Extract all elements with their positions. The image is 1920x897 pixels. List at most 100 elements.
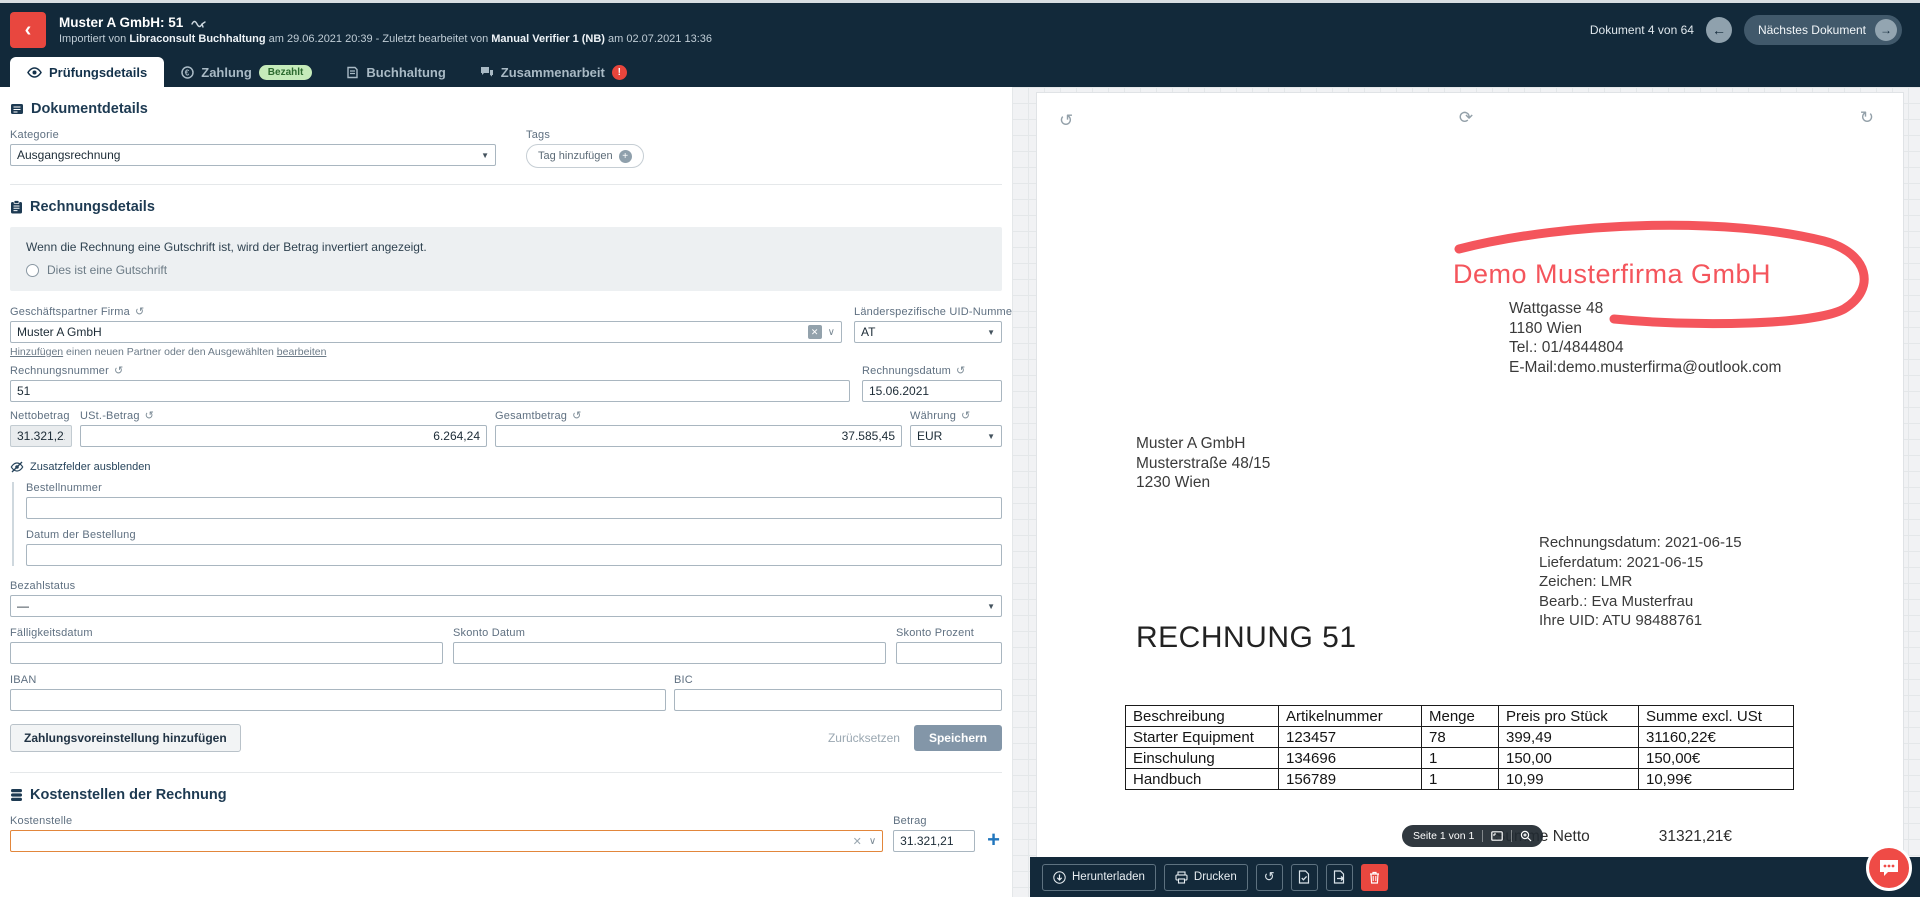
download-icon xyxy=(1053,871,1066,884)
vat-amount-input[interactable] xyxy=(80,425,487,447)
import-info-prefix: Importiert von xyxy=(59,33,126,45)
cost-center-label: Kostenstelle xyxy=(10,815,72,827)
discount-date-input[interactable] xyxy=(453,642,886,664)
add-cost-center-button[interactable]: + xyxy=(985,829,1002,851)
download-button[interactable]: Herunterladen xyxy=(1042,864,1156,891)
fit-page-icon[interactable] xyxy=(1491,831,1503,841)
category-select[interactable]: Ausgangsrechnung ▼ xyxy=(10,144,496,166)
invoice-number-input[interactable] xyxy=(10,380,850,402)
rotate-counterclockwise-icon[interactable]: ↺ xyxy=(1059,111,1073,131)
header-titles: Muster A GmbH: 51 Importiert von Libraco… xyxy=(59,15,1590,45)
caret-down-icon: ▼ xyxy=(987,432,995,441)
chat-widget-button[interactable] xyxy=(1866,845,1912,891)
order-date-input[interactable] xyxy=(26,544,1002,566)
zoom-in-icon[interactable] xyxy=(1520,830,1532,842)
business-partner-select[interactable]: Muster A GmbH ✕ ∨ xyxy=(10,321,842,343)
gross-amount-input[interactable] xyxy=(495,425,902,447)
extra-fields-group: Bestellnummer Datum der Bestellung xyxy=(12,482,1002,566)
iban-input[interactable] xyxy=(10,689,666,711)
credit-note-checkbox[interactable]: Dies ist eine Gutschrift xyxy=(26,263,986,277)
due-date-label: Fälligkeitsdatum xyxy=(10,627,93,639)
app: ‹ Muster A GmbH: 51 Importiert von Libra… xyxy=(0,0,1920,897)
cost-center-select[interactable]: ✕ ∨ xyxy=(10,830,883,852)
history-icon[interactable]: ↺ xyxy=(145,411,154,422)
chat-icon xyxy=(480,66,494,78)
vat-amount-field: USt.-Betrag ↺ xyxy=(80,410,487,447)
due-date-input[interactable] xyxy=(10,642,443,664)
discount-percent-input[interactable] xyxy=(896,642,1002,664)
order-number-input[interactable] xyxy=(26,497,1002,519)
discount-date-field: Skonto Datum xyxy=(453,627,886,664)
payment-icon: € xyxy=(181,66,194,79)
net-amount-input xyxy=(10,425,72,447)
invoice-date-input[interactable] xyxy=(862,380,1002,402)
tab-zahlung[interactable]: € Zahlung Bezahlt xyxy=(164,57,329,87)
business-partner-label: Geschäftspartner Firma xyxy=(10,306,130,318)
verification-form-panel: Dokumentdetails Kategorie Ausgangsrechnu… xyxy=(0,87,1012,897)
currency-label: Währung xyxy=(910,410,956,422)
iban-label: IBAN xyxy=(10,674,36,686)
radio-icon[interactable] xyxy=(26,264,39,277)
main-content: Dokumentdetails Kategorie Ausgangsrechnu… xyxy=(0,87,1920,897)
history-icon[interactable]: ↺ xyxy=(114,366,123,377)
business-partner-field: Geschäftspartner Firma ↺ Muster A GmbH ✕… xyxy=(10,306,842,358)
bic-field: BIC xyxy=(674,674,1002,711)
delete-document-button[interactable] xyxy=(1361,864,1388,891)
clear-icon[interactable]: ✕ xyxy=(808,325,822,339)
svg-text:€: € xyxy=(185,68,190,77)
caret-down-icon: ▼ xyxy=(987,602,995,611)
invoice-line-items-table: Beschreibung Artikelnummer Menge Preis p… xyxy=(1125,705,1794,790)
add-partner-link[interactable]: Hinzufügen xyxy=(10,346,63,358)
table-row: Handbuch 156789 1 10,99 10,99€ xyxy=(1126,769,1794,790)
eye-icon xyxy=(27,67,42,78)
tab-label: Zahlung xyxy=(201,65,252,80)
document-verify-button[interactable] xyxy=(1291,864,1318,891)
cost-center-amount-field: Betrag xyxy=(893,815,975,852)
history-icon: ↺ xyxy=(1264,869,1275,885)
caret-down-icon: ▼ xyxy=(481,151,489,160)
split-document-icon[interactable] xyxy=(191,18,207,28)
save-button[interactable]: Speichern xyxy=(914,725,1002,751)
extra-fields-toggle[interactable]: Zusatzfelder ausblenden xyxy=(10,461,1002,473)
invoice-date-field: Rechnungsdatum ↺ xyxy=(862,365,1002,402)
pdf-toolbar: Herunterladen Drucken ↺ xyxy=(1030,857,1920,897)
paid-status-field: Bezahlstatus — ▼ xyxy=(10,580,1002,617)
plus-circle-icon: + xyxy=(619,150,632,163)
currency-select[interactable]: EUR ▼ xyxy=(910,425,1002,447)
history-icon[interactable]: ↺ xyxy=(961,411,970,422)
clipboard-icon xyxy=(10,200,23,214)
printer-icon xyxy=(1175,871,1188,884)
clear-icon[interactable]: ✕ xyxy=(853,835,862,848)
arrow-right-icon: → xyxy=(1875,19,1897,41)
document-details-heading: Dokumentdetails xyxy=(10,101,1002,117)
tab-zusammenarbeit[interactable]: Zusammenarbeit ! xyxy=(463,57,644,87)
bic-input[interactable] xyxy=(674,689,1002,711)
edit-partner-link[interactable]: bearbeiten xyxy=(277,346,327,358)
add-payment-preset-button[interactable]: Zahlungsvoreinstellung hinzufügen xyxy=(10,724,241,752)
cost-center-amount-input[interactable] xyxy=(893,830,975,852)
invoice-number-label: Rechnungsnummer xyxy=(10,365,109,377)
history-icon[interactable]: ↺ xyxy=(135,307,144,318)
rotate-clockwise-icon[interactable]: ↻ xyxy=(1860,108,1874,128)
document-details-icon xyxy=(10,102,24,116)
tab-buchhaltung[interactable]: Buchhaltung xyxy=(329,57,462,87)
back-button[interactable]: ‹ xyxy=(10,12,46,48)
print-button[interactable]: Drucken xyxy=(1164,864,1248,891)
previous-document-button[interactable]: ← xyxy=(1706,17,1732,43)
document-history-button[interactable]: ↺ xyxy=(1256,864,1283,891)
history-icon[interactable]: ↺ xyxy=(956,366,965,377)
document-export-button[interactable] xyxy=(1326,864,1353,891)
tab-pruefungsdetails[interactable]: Prüfungsdetails xyxy=(10,57,164,87)
document-check-icon xyxy=(1298,870,1310,884)
reset-button[interactable]: Zurücksetzen xyxy=(828,731,900,745)
cost-center-field: Kostenstelle ✕ ∨ xyxy=(10,815,883,852)
cost-centers-heading: Kostenstellen der Rechnung xyxy=(10,787,1002,803)
paid-status-select[interactable]: — ▼ xyxy=(10,595,1002,617)
history-icon[interactable]: ↺ xyxy=(572,411,581,422)
refresh-icon[interactable]: ⟳ xyxy=(1459,108,1473,128)
next-document-button[interactable]: Nächstes Dokument → xyxy=(1744,15,1902,45)
tab-bar: Prüfungsdetails € Zahlung Bezahlt Buchha… xyxy=(0,57,1920,87)
order-number-label: Bestellnummer xyxy=(26,482,102,494)
country-uid-select[interactable]: AT ▼ xyxy=(854,321,1002,343)
add-tag-button[interactable]: Tag hinzufügen + xyxy=(526,144,644,168)
